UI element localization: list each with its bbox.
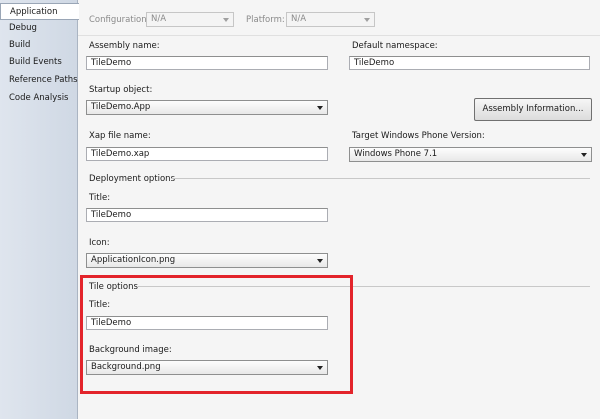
platform-label: Platform: bbox=[246, 15, 285, 25]
icon-select[interactable]: ApplicationIcon.png bbox=[86, 253, 328, 268]
default-namespace-label: Default namespace: bbox=[352, 41, 438, 51]
tab-application[interactable]: Application bbox=[0, 3, 79, 20]
default-namespace-field[interactable]: TileDemo bbox=[349, 56, 590, 70]
target-version-label: Target Windows Phone Version: bbox=[352, 131, 485, 141]
deployment-title-label: Title: bbox=[89, 193, 111, 203]
separator bbox=[78, 35, 600, 36]
xap-file-name-label: Xap file name: bbox=[89, 131, 151, 141]
chevron-down-icon bbox=[317, 259, 323, 263]
xap-file-name-field[interactable]: TileDemo.xap bbox=[86, 147, 328, 161]
highlight-box bbox=[80, 275, 353, 394]
icon-value: ApplicationIcon.png bbox=[91, 255, 176, 265]
startup-object-select[interactable]: TileDemo.App bbox=[86, 100, 328, 115]
chevron-down-icon bbox=[581, 153, 587, 157]
sidebar: Application Debug Build Build Events Ref… bbox=[0, 0, 79, 419]
group-divider bbox=[172, 178, 590, 179]
startup-object-label: Startup object: bbox=[89, 85, 153, 95]
tab-reference-paths[interactable]: Reference Paths bbox=[0, 72, 78, 89]
tab-code-analysis[interactable]: Code Analysis bbox=[0, 90, 78, 107]
startup-object-value: TileDemo.App bbox=[91, 102, 151, 112]
chevron-down-icon bbox=[223, 18, 229, 22]
configuration-label: Configuration: bbox=[89, 15, 150, 25]
tab-debug[interactable]: Debug bbox=[0, 20, 78, 37]
configuration-value: N/A bbox=[151, 14, 167, 24]
target-version-select[interactable]: Windows Phone 7.1 bbox=[349, 147, 592, 162]
assembly-name-label: Assembly name: bbox=[89, 41, 160, 51]
platform-value: N/A bbox=[291, 14, 307, 24]
tab-build[interactable]: Build bbox=[0, 37, 78, 54]
tab-build-events[interactable]: Build Events bbox=[0, 54, 78, 71]
configuration-select[interactable]: N/A bbox=[146, 12, 234, 27]
assembly-name-field[interactable]: TileDemo bbox=[86, 56, 328, 70]
platform-select[interactable]: N/A bbox=[286, 12, 375, 27]
icon-label: Icon: bbox=[89, 238, 110, 248]
chevron-down-icon bbox=[364, 18, 370, 22]
deployment-options-label: Deployment options bbox=[89, 174, 176, 184]
target-version-value: Windows Phone 7.1 bbox=[354, 149, 438, 159]
chevron-down-icon bbox=[317, 106, 323, 110]
deployment-title-field[interactable]: TileDemo bbox=[86, 208, 328, 222]
assembly-information-button[interactable]: Assembly Information... bbox=[474, 98, 592, 121]
